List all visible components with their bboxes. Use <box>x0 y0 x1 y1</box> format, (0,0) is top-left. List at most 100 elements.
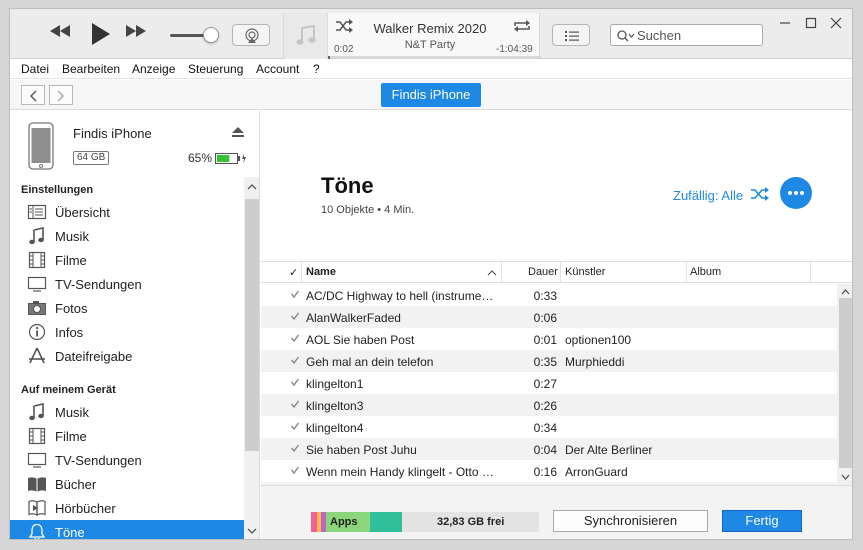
menu-anzeige[interactable]: Anzeige <box>132 62 175 76</box>
shuffle-all-link[interactable]: Zufällig: Alle <box>673 188 743 203</box>
sidebar-item-label: Filme <box>55 253 87 268</box>
table-row[interactable]: Geh mal an dein telefon 0:35 Murphieddi <box>261 350 837 372</box>
table-row[interactable]: AlanWalkerFaded 0:06 <box>261 306 837 328</box>
search-box[interactable] <box>610 24 763 46</box>
table-row[interactable]: AOL Sie haben Post 0:01 optionen100 <box>261 328 837 350</box>
checkmark-icon[interactable] <box>290 377 300 387</box>
table-scrollbar-thumb[interactable] <box>839 298 852 468</box>
more-options-button[interactable] <box>780 177 812 209</box>
sidebar-item-musik[interactable]: Musik <box>10 224 244 248</box>
maximize-button[interactable] <box>805 17 817 32</box>
eject-button[interactable] <box>232 127 244 141</box>
repeat-button[interactable] <box>512 19 532 36</box>
back-button[interactable] <box>21 85 45 105</box>
volume-slider-knob[interactable] <box>203 27 219 43</box>
airplay-button[interactable] <box>232 24 270 46</box>
sidebar-scrollbar[interactable] <box>244 177 260 539</box>
scroll-up-icon[interactable] <box>837 286 853 298</box>
fast-forward-button[interactable] <box>124 23 148 39</box>
row-artist: Murphieddi <box>565 355 625 369</box>
sidebar-item-label: Filme <box>55 429 87 444</box>
table-scrollbar[interactable] <box>837 284 853 485</box>
maximize-icon <box>805 17 817 29</box>
sidebar: Findis iPhone 64 GB 65% Einstellungen Üb… <box>10 111 260 539</box>
sync-button[interactable]: Synchronisieren <box>553 510 708 532</box>
row-duration: 0:34 <box>533 421 557 435</box>
sidebar-item-dateifreigabe[interactable]: Dateifreigabe <box>10 344 244 368</box>
table-row[interactable]: Sie haben Post Juhu 0:04 Der Alte Berliner <box>261 438 837 460</box>
row-name: Geh mal an dein telefon <box>306 355 434 369</box>
menu-help[interactable]: ? <box>313 62 320 76</box>
scroll-down-icon[interactable] <box>244 525 260 537</box>
checkmark-icon[interactable] <box>290 289 300 299</box>
storage-apps-label: Apps <box>330 516 358 528</box>
up-next-list-button[interactable] <box>552 24 590 46</box>
shuffle-icon[interactable] <box>750 187 770 204</box>
audiobook-icon <box>27 499 47 517</box>
column-header-check[interactable]: ✓ <box>289 266 298 279</box>
sidebar-item-label: TV-Sendungen <box>55 453 142 468</box>
device-button[interactable]: Findis iPhone <box>381 83 481 107</box>
menu-datei[interactable]: Datei <box>21 62 49 76</box>
column-header-duration[interactable]: Dauer <box>528 266 558 278</box>
row-name: AlanWalkerFaded <box>306 311 401 325</box>
row-duration: 0:06 <box>533 311 557 325</box>
music-note-icon <box>27 227 47 245</box>
repeat-icon <box>514 20 530 32</box>
sidebar-item-filme[interactable]: Filme <box>10 248 244 272</box>
play-button[interactable] <box>90 21 112 47</box>
row-duration: 0:16 <box>533 465 557 479</box>
sidebar-item-toene[interactable]: Töne <box>10 520 244 539</box>
checkmark-icon[interactable] <box>290 333 300 343</box>
scroll-down-icon[interactable] <box>837 471 853 483</box>
checkmark-icon[interactable] <box>290 465 300 475</box>
row-name: Wenn mein Handy klingelt - Otto Waalkes <box>306 465 499 479</box>
scroll-up-icon[interactable] <box>244 181 260 193</box>
table-row[interactable]: AC/DC Highway to hell (instrumental) 0:33 <box>261 284 837 306</box>
sidebar-item-hoerbuecher[interactable]: Hörbücher <box>10 496 244 520</box>
ellipsis-dot <box>794 191 798 195</box>
menu-bearbeiten[interactable]: Bearbeiten <box>62 62 120 76</box>
sidebar-item-device-tv-sendungen[interactable]: TV-Sendungen <box>10 448 244 472</box>
menu-steuerung[interactable]: Steuerung <box>188 62 243 76</box>
ellipsis-dot <box>800 191 804 195</box>
column-header-artist[interactable]: Künstler <box>565 266 605 278</box>
sidebar-item-device-filme[interactable]: Filme <box>10 424 244 448</box>
close-button[interactable] <box>830 17 842 32</box>
chevron-right-icon <box>57 90 64 102</box>
page-subtitle: 10 Objekte • 4 Min. <box>321 204 415 216</box>
done-button[interactable]: Fertig <box>722 510 802 532</box>
bell-icon <box>27 523 47 539</box>
sidebar-item-label: Infos <box>55 325 84 340</box>
column-header-album[interactable]: Album <box>690 266 721 278</box>
table-row[interactable]: Wenn mein Handy klingelt - Otto Waalkes 0… <box>261 460 837 482</box>
sidebar-item-label: Dateifreigabe <box>55 349 133 364</box>
sidebar-item-buecher[interactable]: Bücher <box>10 472 244 496</box>
checkmark-icon[interactable] <box>290 399 300 409</box>
rewind-button[interactable] <box>48 23 72 39</box>
sidebar-item-device-musik[interactable]: Musik <box>10 400 244 424</box>
sidebar-item-uebersicht[interactable]: Übersicht <box>10 200 244 224</box>
sidebar-item-infos[interactable]: Infos <box>10 320 244 344</box>
checkmark-icon[interactable] <box>290 355 300 365</box>
table-row[interactable]: klingelton3 0:26 <box>261 394 837 416</box>
forward-button[interactable] <box>49 85 73 105</box>
sidebar-scrollbar-thumb[interactable] <box>245 199 259 451</box>
charging-bolt-icon <box>242 154 246 164</box>
chevron-left-icon <box>30 90 37 102</box>
sidebar-item-tv-sendungen[interactable]: TV-Sendungen <box>10 272 244 296</box>
summary-icon <box>27 203 47 221</box>
checkmark-icon[interactable] <box>290 311 300 321</box>
checkmark-icon[interactable] <box>290 443 300 453</box>
on-device-header: Auf meinem Gerät <box>21 384 116 396</box>
column-header-name[interactable]: Name <box>306 266 336 278</box>
menu-account[interactable]: Account <box>256 62 299 76</box>
checkmark-icon[interactable] <box>290 421 300 431</box>
sidebar-item-label: Bücher <box>55 477 97 492</box>
table-row[interactable]: klingelton1 0:27 <box>261 372 837 394</box>
sidebar-item-fotos[interactable]: Fotos <box>10 296 244 320</box>
search-input[interactable] <box>637 27 759 43</box>
table-row[interactable]: klingelton4 0:34 <box>261 416 837 438</box>
minimize-button[interactable] <box>779 17 791 32</box>
track-title: Walker Remix 2020 <box>373 21 487 36</box>
